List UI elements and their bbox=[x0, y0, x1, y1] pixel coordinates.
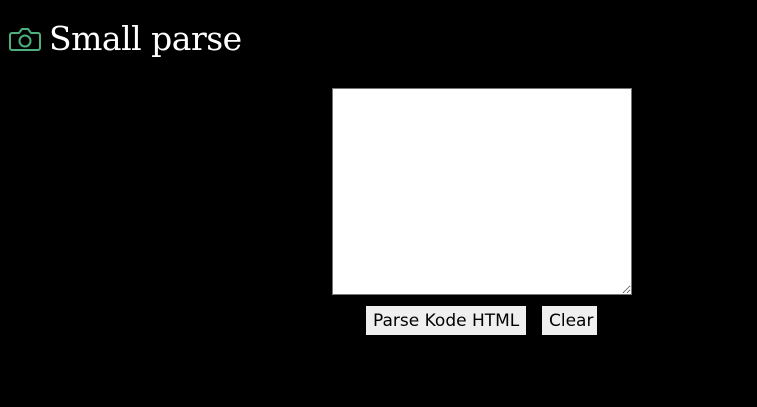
html-code-input[interactable] bbox=[332, 88, 632, 295]
page-header: Small parse bbox=[9, 18, 242, 60]
clear-button[interactable]: Clear bbox=[542, 306, 597, 335]
page: Small parse Parse Kode HTML Clear bbox=[0, 0, 757, 407]
camera-icon bbox=[9, 26, 41, 52]
page-title: Small parse bbox=[49, 19, 242, 58]
parse-html-button[interactable]: Parse Kode HTML bbox=[366, 306, 526, 335]
